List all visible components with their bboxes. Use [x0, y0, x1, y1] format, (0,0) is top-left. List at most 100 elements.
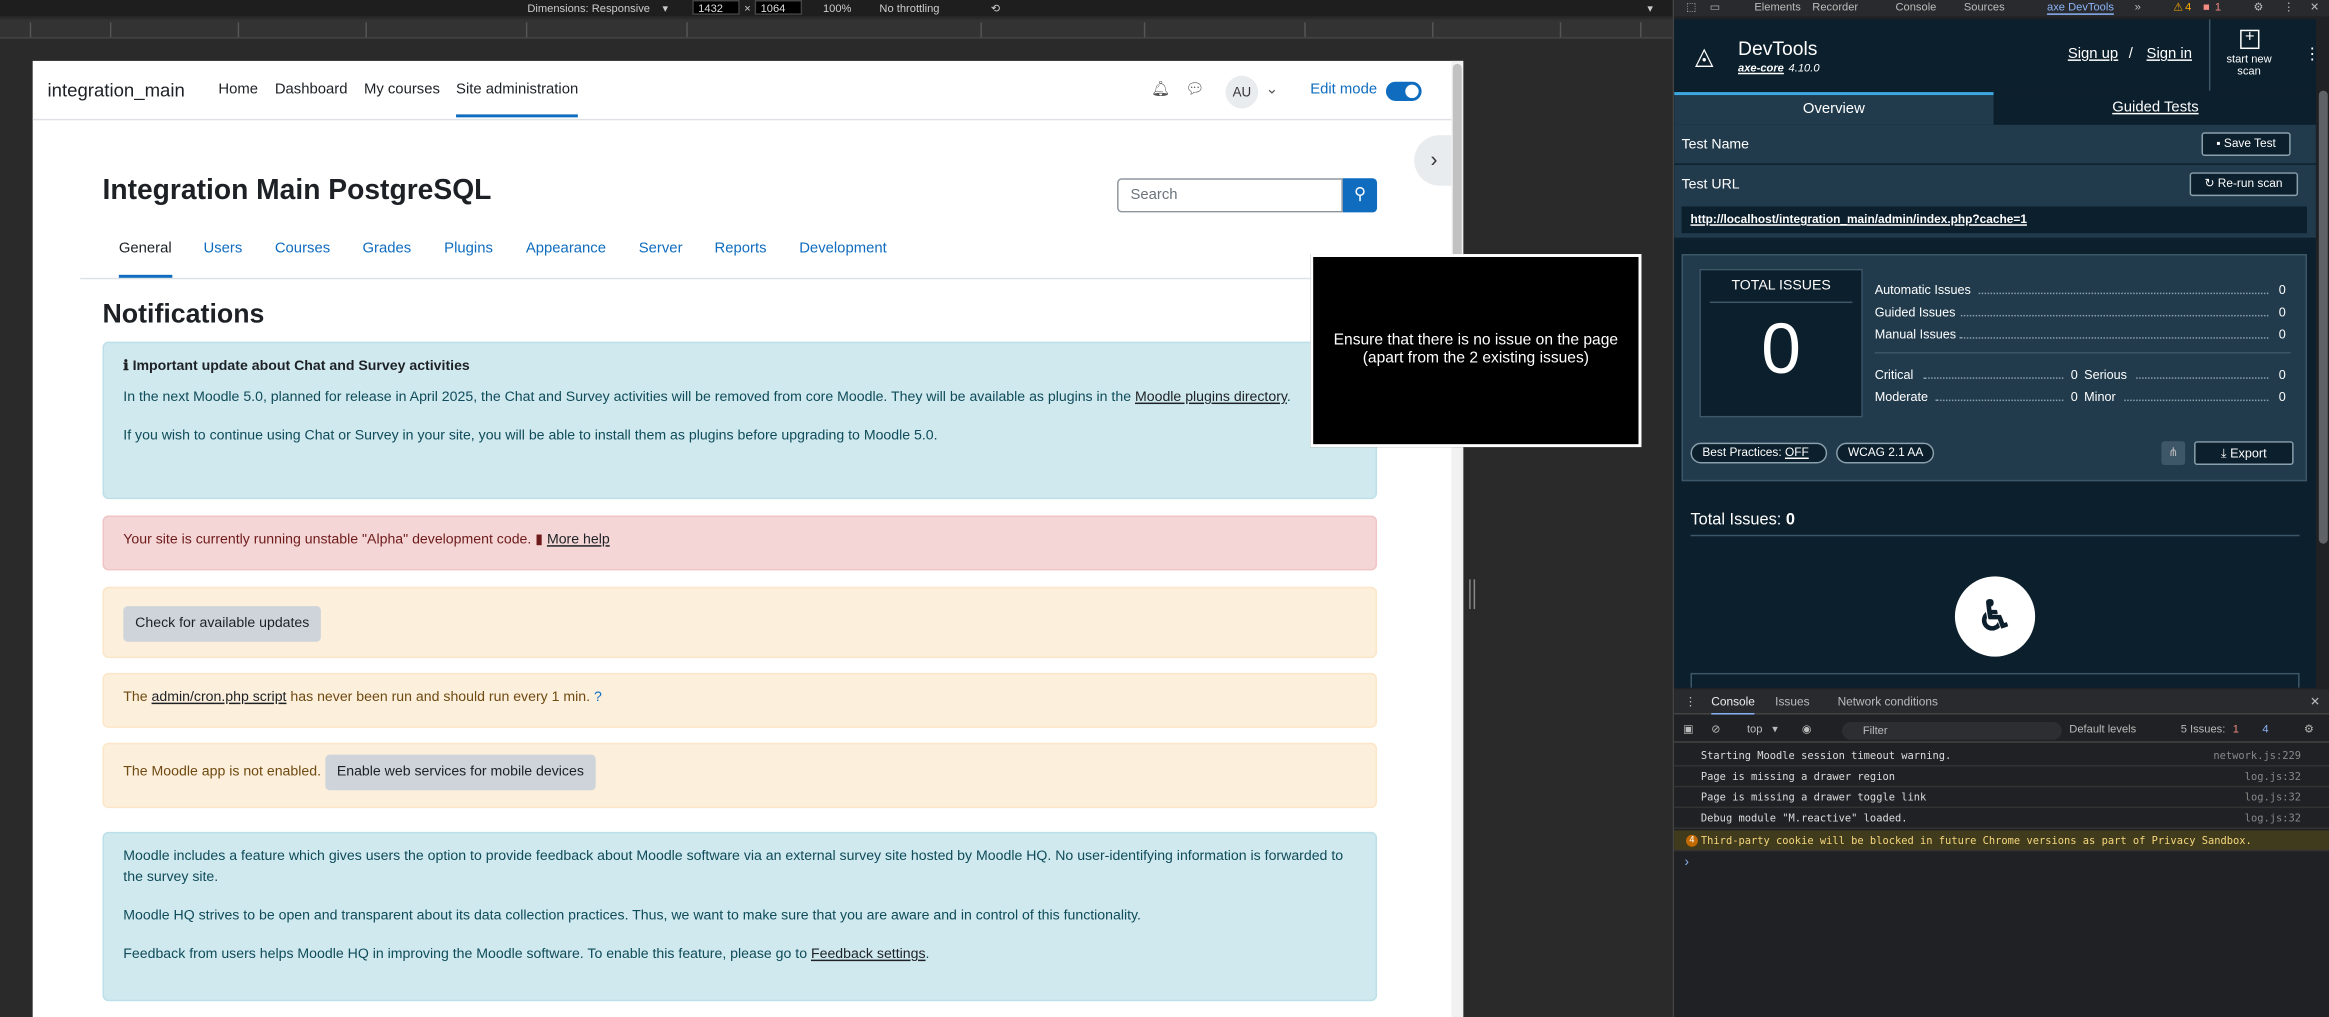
- total-issues-heading: Total Issues: 0: [1690, 511, 1794, 529]
- tab-reports[interactable]: Reports: [715, 241, 767, 257]
- levels-select[interactable]: Default levels: [2069, 722, 2136, 735]
- moderate-label[interactable]: Moderate: [1875, 389, 1928, 404]
- message-source[interactable]: network.js:229: [2213, 746, 2301, 767]
- save-icon: ▪: [2216, 136, 2224, 151]
- nav-dashboard[interactable]: Dashboard: [275, 82, 348, 98]
- tab-courses[interactable]: Courses: [275, 241, 330, 257]
- tab-grades[interactable]: Grades: [362, 241, 411, 257]
- axe-scrollbar[interactable]: [2315, 90, 2329, 688]
- search-input[interactable]: Search: [1117, 178, 1343, 213]
- tab-plugins[interactable]: Plugins: [444, 241, 493, 257]
- chevron-down-icon[interactable]: ⌄: [1266, 82, 1278, 98]
- admin-tabs: General Users Courses Grades Plugins App…: [80, 233, 1418, 280]
- message-text: Debug module "M.reactive" loaded.: [1700, 812, 1908, 825]
- tab-users[interactable]: Users: [204, 241, 243, 257]
- nav-home[interactable]: Home: [218, 82, 258, 98]
- context-select[interactable]: top: [1747, 722, 1763, 735]
- wcag-level-badge[interactable]: WCAG 2.1 AA: [1836, 442, 1935, 464]
- close-icon[interactable]: ✕: [2310, 695, 2320, 708]
- message-icon[interactable]: 💬︎: [1185, 82, 1204, 98]
- issues-count-label[interactable]: 5 Issues:: [2181, 722, 2226, 735]
- more-icon[interactable]: ▾: [1647, 1, 1653, 14]
- page-scrollbar[interactable]: [1451, 60, 1464, 1017]
- message-source[interactable]: log.js:32: [2245, 767, 2301, 788]
- message-source[interactable]: log.js:32: [2245, 787, 2301, 808]
- eye-icon[interactable]: ◉: [1802, 722, 1812, 735]
- warning-icon[interactable]: ⚠: [2173, 0, 2183, 13]
- tab-recorder[interactable]: Recorder: [1812, 0, 1858, 13]
- site-brand[interactable]: integration_main: [48, 80, 185, 101]
- tab-general[interactable]: General: [118, 241, 172, 278]
- filter-input[interactable]: Filter: [1842, 721, 2062, 740]
- close-icon[interactable]: ✕: [2310, 0, 2319, 13]
- sign-in-link[interactable]: Sign in: [2147, 46, 2192, 62]
- tab-elements[interactable]: Elements: [1754, 0, 1800, 13]
- dimensions-select[interactable]: Dimensions: Responsive: [527, 1, 650, 14]
- alert-text: The Moodle app is not enabled.: [123, 763, 322, 780]
- more-tabs-icon[interactable]: »: [2135, 0, 2141, 13]
- alert-title: Important update about Chat and Survey a…: [132, 358, 470, 375]
- sign-up-link[interactable]: Sign up: [2068, 46, 2118, 62]
- devtools-panel: ⬚ ▭ Elements Recorder Console Sources ax…: [1672, 0, 2329, 1017]
- check-updates-button[interactable]: Check for available updates: [123, 606, 322, 642]
- width-input[interactable]: 1432: [692, 0, 740, 15]
- height-input[interactable]: 1064: [754, 0, 803, 15]
- clear-icon[interactable]: ⊘: [1711, 722, 1720, 735]
- throttling-select[interactable]: No throttling: [879, 1, 939, 14]
- nav-my-courses[interactable]: My courses: [364, 82, 440, 98]
- nav-site-administration[interactable]: Site administration: [456, 82, 579, 118]
- search-button[interactable]: ⚲: [1342, 178, 1378, 213]
- kebab-icon[interactable]: ⋮: [1685, 695, 1697, 708]
- separator: /: [2128, 46, 2133, 63]
- tab-console[interactable]: Console: [1895, 0, 1936, 13]
- tab-axe-devtools[interactable]: axe DevTools: [2047, 0, 2114, 15]
- gear-icon[interactable]: ⚙: [2304, 722, 2314, 735]
- edit-mode-toggle[interactable]: [1385, 81, 1422, 102]
- tab-overview[interactable]: Overview: [1674, 92, 1994, 125]
- critical-label[interactable]: Critical: [1875, 367, 1914, 382]
- test-url-link[interactable]: http://localhost/integration_main/admin/…: [1681, 206, 2307, 234]
- cron-script-link[interactable]: admin/cron.php script: [152, 689, 287, 705]
- console-prompt[interactable]: ›: [1685, 854, 1689, 869]
- serious-label[interactable]: Serious: [2084, 367, 2127, 382]
- drawer-tab-network-conditions[interactable]: Network conditions: [1838, 695, 1938, 708]
- drawer-tab-issues[interactable]: Issues: [1775, 695, 1809, 708]
- device-icon[interactable]: ▭: [1710, 0, 1721, 13]
- gear-icon[interactable]: ⚙: [2254, 0, 2264, 13]
- kebab-icon[interactable]: ⋮: [2304, 45, 2316, 64]
- error-icon[interactable]: ■: [2203, 0, 2210, 13]
- plugins-directory-link[interactable]: Moodle plugins directory: [1135, 389, 1287, 405]
- minor-label[interactable]: Minor: [2084, 389, 2116, 404]
- kebab-icon[interactable]: ⋮: [2283, 0, 2294, 13]
- best-practices-toggle[interactable]: Best Practices: OFF: [1690, 442, 1828, 464]
- drawer-tab-console[interactable]: Console: [1711, 695, 1755, 715]
- message-source[interactable]: log.js:32: [2245, 808, 2301, 829]
- new-scan-button[interactable]: + start new scan: [2208, 19, 2286, 91]
- inspect-icon[interactable]: ⬚: [1686, 0, 1697, 13]
- rerun-scan-button[interactable]: ↻ Re-run scan: [2189, 172, 2298, 197]
- help-icon[interactable]: ?: [594, 689, 602, 705]
- zoom-select[interactable]: 100%: [823, 1, 852, 14]
- feedback-settings-link[interactable]: Feedback settings: [811, 946, 926, 962]
- resize-handle[interactable]: [1469, 579, 1476, 610]
- sidebar-icon[interactable]: ▣: [1683, 722, 1694, 735]
- manual-issues-label[interactable]: Manual Issues: [1875, 327, 1956, 342]
- axe-panel: ◬ DevTools axe-core 4.10.0 Sign up / Sig…: [1674, 19, 2316, 688]
- rotate-icon[interactable]: ⟲: [991, 1, 1000, 14]
- automatic-issues-label[interactable]: Automatic Issues: [1875, 282, 1971, 297]
- tab-guided-tests[interactable]: Guided Tests: [1995, 92, 2316, 125]
- more-help-link[interactable]: More help: [547, 532, 610, 548]
- bell-icon[interactable]: 🔔︎: [1151, 82, 1170, 98]
- tab-sources[interactable]: Sources: [1964, 0, 2005, 13]
- guided-issues-label[interactable]: Guided Issues: [1875, 305, 1956, 320]
- tab-appearance[interactable]: Appearance: [526, 241, 606, 257]
- devtools-tabs: ⬚ ▭ Elements Recorder Console Sources ax…: [1674, 0, 2329, 17]
- share-icon[interactable]: ⋔: [2161, 441, 2186, 465]
- tab-server[interactable]: Server: [639, 241, 683, 257]
- save-test-button[interactable]: ▪ Save Test: [2201, 132, 2291, 156]
- tab-development[interactable]: Development: [799, 241, 887, 257]
- avatar[interactable]: AU: [1225, 75, 1259, 109]
- axe-core-link[interactable]: axe-core: [1738, 61, 1784, 74]
- enable-web-services-button[interactable]: Enable web services for mobile devices: [324, 754, 596, 791]
- export-button[interactable]: ⤓ Export: [2194, 441, 2294, 465]
